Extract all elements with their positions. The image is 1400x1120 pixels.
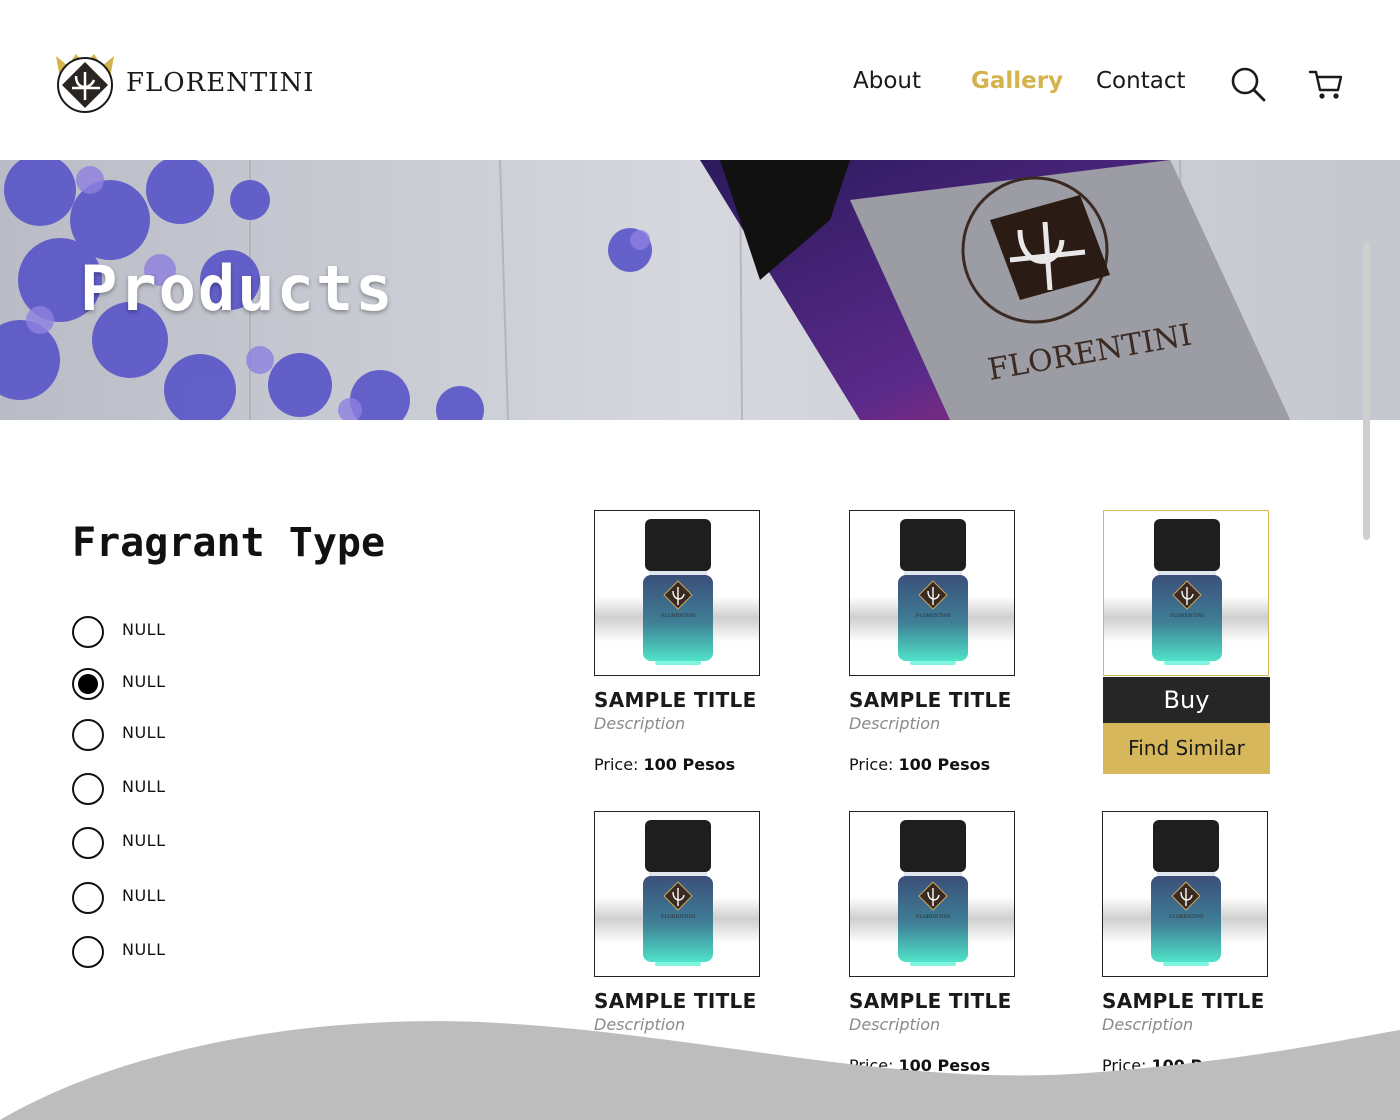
search-icon[interactable]: [1230, 66, 1266, 102]
filter-radio[interactable]: [72, 773, 104, 805]
filter-radio[interactable]: [72, 616, 104, 648]
hero-banner: FLORENTINI Products: [0, 160, 1400, 420]
filter-radio[interactable]: [72, 936, 104, 968]
perfume-bottle-image: FLORENTINI: [898, 519, 968, 665]
filter-radio-label: NULL: [122, 886, 166, 905]
filter-radio-label: NULL: [122, 940, 166, 959]
product-price: Price: 100 Pesos: [594, 755, 764, 774]
page-title: Products: [80, 252, 395, 325]
nav-contact[interactable]: Contact: [1096, 68, 1185, 94]
product-thumbnail[interactable]: FLORENTINI: [594, 510, 760, 676]
filter-radio[interactable]: [72, 719, 104, 751]
product-thumbnail[interactable]: FLORENTINI: [849, 811, 1015, 977]
scrollbar-thumb[interactable]: [1363, 242, 1370, 540]
filter-radio-label: NULL: [122, 723, 166, 742]
price-value: 100 Pesos: [643, 755, 736, 774]
bottle-brand-label: FLORENTINI: [1169, 914, 1203, 920]
perfume-bottle-image: FLORENTINI: [643, 820, 713, 966]
perfume-bottle-image: FLORENTINI: [1152, 519, 1222, 665]
bottle-brand-label: FLORENTINI: [661, 914, 695, 920]
nav-gallery[interactable]: Gallery: [971, 68, 1063, 94]
filter-radio[interactable]: [72, 827, 104, 859]
product-card[interactable]: FLORENTINI SAMPLE TITLE Description Price: …: [849, 510, 1019, 774]
filter-radio[interactable]: [72, 668, 104, 700]
price-value: 100 Pesos: [898, 755, 991, 774]
bottle-brand-label: FLORENTINI: [916, 613, 950, 619]
florentini-crest-icon: [56, 54, 114, 113]
site-header: FLORENTINI About Gallery Contact: [0, 0, 1400, 160]
filter-radio-label: NULL: [122, 777, 166, 796]
nav-about[interactable]: About: [853, 68, 921, 94]
perfume-bottle-image: FLORENTINI: [643, 519, 713, 665]
footer-wave: [0, 1021, 1400, 1120]
buy-button[interactable]: Buy: [1103, 677, 1270, 723]
product-thumbnail[interactable]: FLORENTINI: [849, 510, 1015, 676]
product-thumbnail[interactable]: FLORENTINI: [594, 811, 760, 977]
filter-heading: Fragrant Type: [72, 520, 386, 566]
price-label: Price:: [594, 755, 639, 774]
perfume-bottle-image: FLORENTINI: [898, 820, 968, 966]
bottle-brand-label: FLORENTINI: [661, 613, 695, 619]
cart-icon[interactable]: [1308, 68, 1344, 102]
product-description: Description: [849, 714, 941, 733]
bottle-brand-label: FLORENTINI: [1170, 613, 1204, 619]
find-similar-button[interactable]: Find Similar: [1103, 723, 1270, 774]
product-thumbnail[interactable]: FLORENTINI: [1102, 811, 1268, 977]
product-description: Description: [594, 714, 686, 733]
product-card[interactable]: FLORENTINI: [1103, 510, 1273, 676]
brand-name: FLORENTINI: [126, 68, 315, 98]
perfume-bottle-image: FLORENTINI: [1151, 820, 1221, 966]
product-price: Price: 100 Pesos: [849, 755, 1019, 774]
filter-radio-label: NULL: [122, 620, 166, 639]
product-thumbnail[interactable]: FLORENTINI: [1103, 510, 1269, 676]
brand-logo[interactable]: FLORENTINI: [54, 52, 315, 114]
product-title: SAMPLE TITLE: [594, 688, 757, 712]
product-card[interactable]: FLORENTINI SAMPLE TITLE Description Price: …: [594, 510, 764, 774]
price-label: Price:: [849, 755, 894, 774]
product-title: SAMPLE TITLE: [849, 688, 1012, 712]
filter-radio[interactable]: [72, 882, 104, 914]
filter-radio-label: NULL: [122, 672, 166, 691]
filter-radio-label: NULL: [122, 831, 166, 850]
bottle-brand-label: FLORENTINI: [916, 914, 950, 920]
